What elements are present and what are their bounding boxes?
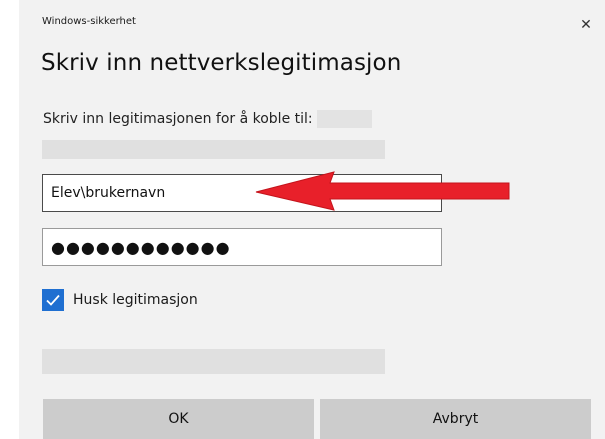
redacted-info-line <box>42 140 385 159</box>
cancel-button[interactable]: Avbryt <box>320 399 591 439</box>
redacted-info-line-2 <box>42 349 385 374</box>
checkmark-icon <box>46 294 60 306</box>
app-label: Windows-sikkerhet <box>42 16 136 27</box>
close-icon[interactable]: ✕ <box>575 14 597 36</box>
ok-button-label: OK <box>168 411 189 427</box>
remember-checkbox-row[interactable]: Husk legitimasjon <box>42 289 198 311</box>
server-name-redacted <box>316 110 372 128</box>
cancel-button-label: Avbryt <box>432 411 479 427</box>
prompt-row: Skriv inn legitimasjonen for å koble til… <box>43 109 372 129</box>
remember-label: Husk legitimasjon <box>73 292 198 308</box>
username-value: Elev\brukernavn <box>51 185 166 201</box>
prompt-text: Skriv inn legitimasjonen for å koble til… <box>43 111 313 127</box>
password-field[interactable]: ●●●●●●●●●●●● <box>42 228 442 266</box>
password-mask: ●●●●●●●●●●●● <box>51 237 231 257</box>
credentials-dialog: Windows-sikkerhet ✕ Skriv inn nettverksl… <box>19 0 605 439</box>
red-arrow-annotation-icon <box>255 171 510 211</box>
dialog-title: Skriv inn nettverkslegitimasjon <box>41 50 402 76</box>
ok-button[interactable]: OK <box>43 399 314 439</box>
remember-checkbox[interactable] <box>42 289 64 311</box>
